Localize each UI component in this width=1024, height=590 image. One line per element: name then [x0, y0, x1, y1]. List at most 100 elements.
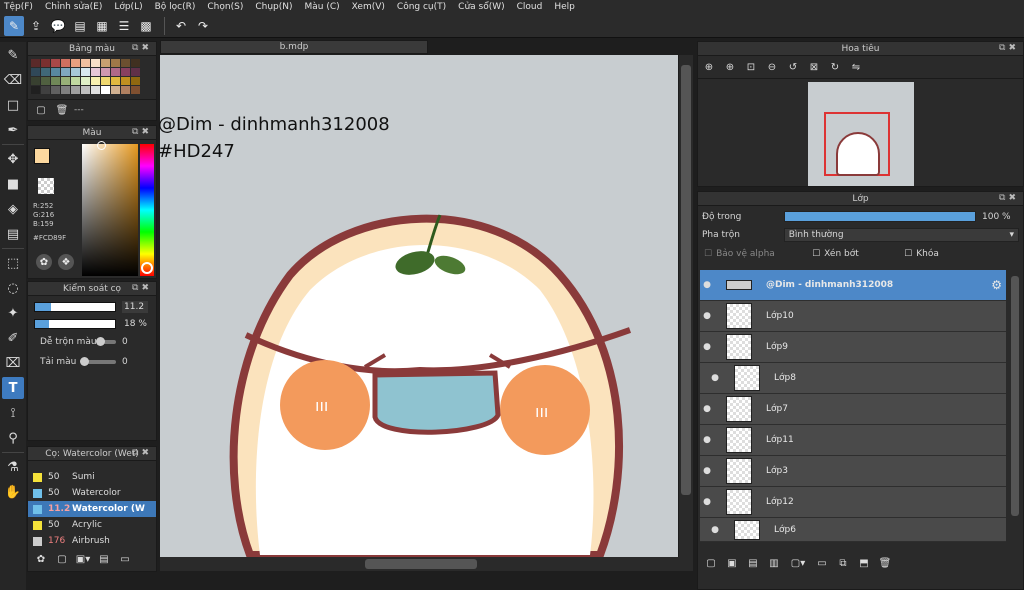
- panel-close-icon[interactable]: ⧉✖: [132, 127, 152, 137]
- transparent-color-swatch[interactable]: [38, 178, 54, 194]
- palette-swatch[interactable]: [71, 59, 80, 67]
- menu-edit[interactable]: Chỉnh sửa(E): [45, 2, 102, 12]
- palette-swatch[interactable]: [81, 77, 90, 85]
- eye-icon[interactable]: ●: [700, 466, 714, 476]
- palette-swatch[interactable]: [91, 86, 100, 94]
- menu-help[interactable]: Help: [554, 2, 575, 12]
- rotate-left-icon[interactable]: ↺: [784, 59, 802, 75]
- panel-close-icon[interactable]: ⧉✖: [132, 283, 152, 293]
- new-1bit-layer-icon[interactable]: ▥: [765, 555, 783, 571]
- palette-swatch[interactable]: [121, 86, 130, 94]
- palette-swatch[interactable]: [31, 77, 40, 85]
- menu-filter[interactable]: Bộ lọc(R): [155, 2, 196, 12]
- palette-swatch[interactable]: [81, 86, 90, 94]
- color-set-icon[interactable]: ❖: [58, 254, 74, 270]
- palette-swatch[interactable]: [71, 77, 80, 85]
- palette-swatch[interactable]: [51, 68, 60, 76]
- brush-item[interactable]: 50 Sumi: [28, 469, 156, 485]
- layer-blend-select[interactable]: Bình thường ▾: [783, 228, 1019, 242]
- reset-view-icon[interactable]: ⊠: [805, 59, 823, 75]
- duplicate-layer-icon[interactable]: ⧉: [834, 555, 852, 571]
- palette-swatch[interactable]: [101, 68, 110, 76]
- palette-swatch[interactable]: [61, 86, 70, 94]
- select-pen-tool-icon[interactable]: ✐: [2, 327, 24, 349]
- palette-swatch[interactable]: [31, 86, 40, 94]
- layer-row[interactable]: ● Lớp12: [700, 487, 1006, 518]
- layer-row[interactable]: ● Lớp6: [700, 518, 1006, 542]
- layer-opacity-slider[interactable]: [784, 211, 976, 222]
- magic-wand-tool-icon[interactable]: ✦: [2, 302, 24, 324]
- palette-swatch[interactable]: [111, 77, 120, 85]
- palette-swatch[interactable]: [31, 59, 40, 67]
- gradient-tool-icon[interactable]: ▤: [2, 223, 24, 245]
- brush-new-icon[interactable]: ▢: [53, 551, 71, 567]
- eye-icon[interactable]: ●: [708, 373, 722, 383]
- palette-swatch[interactable]: [71, 68, 80, 76]
- palette-swatch[interactable]: [101, 77, 110, 85]
- menu-tools[interactable]: Công cụ(T): [397, 2, 446, 12]
- hand-tool-icon[interactable]: ✋: [2, 481, 24, 503]
- layer-scrollbar[interactable]: [1009, 270, 1021, 548]
- menu-window[interactable]: Cửa sổ(W): [458, 2, 504, 12]
- add-layer-menu-icon[interactable]: ▢▾: [786, 555, 810, 571]
- navigator-preview[interactable]: [808, 82, 914, 186]
- pen-tool-icon[interactable]: ✒: [2, 119, 24, 141]
- palette-swatch[interactable]: [51, 59, 60, 67]
- hue-slider-handle[interactable]: [141, 262, 153, 274]
- eye-icon[interactable]: ●: [708, 525, 722, 535]
- bucket-tool-icon[interactable]: ◈: [2, 198, 24, 220]
- lock-checkbox[interactable]: ☐: [904, 249, 912, 259]
- palette-swatch[interactable]: [101, 86, 110, 94]
- export-icon[interactable]: ⇪: [26, 16, 46, 36]
- brush-tool-icon[interactable]: ✎: [2, 44, 24, 66]
- palette-swatch[interactable]: [41, 59, 50, 67]
- text-tool-icon[interactable]: T: [2, 377, 24, 399]
- eye-icon[interactable]: ●: [700, 342, 714, 352]
- document-icon[interactable]: ▦: [92, 16, 112, 36]
- brush-item[interactable]: 50 Acrylic: [28, 517, 156, 533]
- new-layer-icon[interactable]: ▢: [702, 555, 720, 571]
- merge-layer-icon[interactable]: ⬒: [855, 555, 873, 571]
- new-halftone-layer-icon[interactable]: ▣: [723, 555, 741, 571]
- message-icon[interactable]: ▤: [70, 16, 90, 36]
- palette-swatch[interactable]: [131, 77, 140, 85]
- menu-layer[interactable]: Lớp(L): [114, 2, 142, 12]
- new-8bit-layer-icon[interactable]: ▤: [744, 555, 762, 571]
- zoom-in-icon[interactable]: ⊕: [721, 59, 739, 75]
- brush-item[interactable]: 50 Watercolor: [28, 485, 156, 501]
- palette-swatch[interactable]: [111, 59, 120, 67]
- brush-mode-icon[interactable]: ✎: [4, 15, 24, 36]
- layer-row[interactable]: ● Lớp9: [700, 332, 1006, 363]
- eye-icon[interactable]: ●: [700, 497, 714, 507]
- brush-item-selected[interactable]: 11.2 Watercolor (W: [28, 501, 156, 517]
- palette-swatch[interactable]: [41, 77, 50, 85]
- eraser-tool-icon[interactable]: ⌫: [2, 69, 24, 91]
- layer-row[interactable]: ● Lớp10: [700, 301, 1006, 332]
- clipping-checkbox[interactable]: ☐: [812, 249, 820, 259]
- layer-row[interactable]: ● Lớp7: [700, 394, 1006, 425]
- vertical-scroll-thumb[interactable]: [681, 65, 691, 495]
- palette-swatch[interactable]: [51, 86, 60, 94]
- palette-swatch[interactable]: [41, 68, 50, 76]
- menu-color[interactable]: Màu (C): [305, 2, 340, 12]
- menu-select[interactable]: Chọn(S): [207, 2, 243, 12]
- panel-close-icon[interactable]: ⧉✖: [132, 43, 152, 53]
- palette-swatch[interactable]: [111, 86, 120, 94]
- palette-swatch[interactable]: [61, 77, 70, 85]
- lasso-tool-icon[interactable]: ◌: [2, 277, 24, 299]
- brush-item[interactable]: 176 Airbrush: [28, 533, 156, 549]
- select-rect-tool-icon[interactable]: ⬚: [2, 252, 24, 274]
- layer-row[interactable]: ● Lớp11: [700, 425, 1006, 456]
- foreground-color-swatch[interactable]: [34, 148, 50, 164]
- eyedropper-tool-icon[interactable]: ⚲: [2, 427, 24, 449]
- menu-snap[interactable]: Chụp(N): [255, 2, 292, 12]
- palette-swatch[interactable]: [131, 59, 140, 67]
- palette-swatch[interactable]: [31, 68, 40, 76]
- menu-view[interactable]: Xem(V): [352, 2, 385, 12]
- redo-icon[interactable]: ↷: [193, 16, 213, 36]
- layer-row[interactable]: ● Lớp8: [700, 363, 1006, 394]
- gear-icon[interactable]: ⚙: [991, 278, 1002, 292]
- blend-slider[interactable]: [96, 337, 116, 346]
- hue-slider[interactable]: [140, 144, 154, 276]
- eye-icon[interactable]: ●: [700, 404, 714, 414]
